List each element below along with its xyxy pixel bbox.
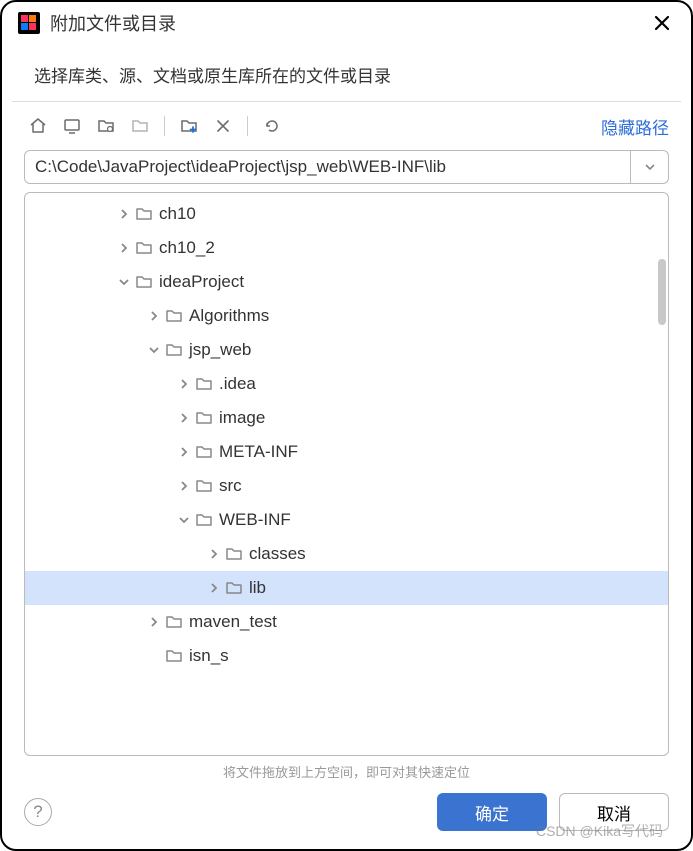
folder-icon xyxy=(195,511,213,529)
chevron-down-icon[interactable] xyxy=(145,341,163,359)
folder-icon xyxy=(165,647,183,665)
attach-file-dialog: 附加文件或目录 选择库类、源、文档或原生库所在的文件或目录 隐藏路径 xyxy=(0,0,693,851)
folder-icon xyxy=(135,239,153,257)
chevron-right-icon[interactable] xyxy=(175,477,193,495)
refresh-button[interactable] xyxy=(258,112,286,140)
chevron-down-icon[interactable] xyxy=(175,511,193,529)
tree-node[interactable]: WEB-INF xyxy=(25,503,668,537)
tree-node[interactable]: isn_s xyxy=(25,639,668,673)
tree-node[interactable]: image xyxy=(25,401,668,435)
tree-node-label: image xyxy=(219,408,265,428)
tree-node-label: ch10 xyxy=(159,204,196,224)
folder-icon xyxy=(225,545,243,563)
file-tree: ch10 ch10_2 ideaProject Algorithms jsp_web .i… xyxy=(25,193,668,677)
chevron-right-icon[interactable] xyxy=(205,579,223,597)
tree-node-label: src xyxy=(219,476,242,496)
folder-icon xyxy=(195,409,213,427)
folder-icon xyxy=(165,341,183,359)
chevron-right-icon[interactable] xyxy=(145,307,163,325)
tree-node[interactable]: ideaProject xyxy=(25,265,668,299)
new-folder-button[interactable] xyxy=(175,112,203,140)
tree-node[interactable]: jsp_web xyxy=(25,333,668,367)
tree-node-label: META-INF xyxy=(219,442,298,462)
tree-node-label: ch10_2 xyxy=(159,238,215,258)
delete-button[interactable] xyxy=(209,112,237,140)
toolbar-separator xyxy=(247,116,248,136)
path-dropdown-button[interactable] xyxy=(631,150,669,184)
chevron-right-icon[interactable] xyxy=(175,409,193,427)
chevron-right-icon[interactable] xyxy=(115,239,133,257)
tree-node-label: WEB-INF xyxy=(219,510,291,530)
project-button[interactable] xyxy=(92,112,120,140)
chevron-right-icon[interactable] xyxy=(175,443,193,461)
help-button[interactable]: ? xyxy=(24,798,52,826)
dialog-subtitle: 选择库类、源、文档或原生库所在的文件或目录 xyxy=(12,44,681,102)
home-button[interactable] xyxy=(24,112,52,140)
chevron-right-icon[interactable] xyxy=(205,545,223,563)
folder-icon xyxy=(195,477,213,495)
tree-node[interactable]: ch10 xyxy=(25,197,668,231)
dialog-header: 附加文件或目录 xyxy=(2,2,691,44)
tree-node-label: Algorithms xyxy=(189,306,269,326)
tree-node-label: jsp_web xyxy=(189,340,251,360)
tree-node-label: ideaProject xyxy=(159,272,244,292)
folder-icon xyxy=(135,273,153,291)
tree-node-label: .idea xyxy=(219,374,256,394)
tree-container[interactable]: ch10 ch10_2 ideaProject Algorithms jsp_web .i… xyxy=(24,192,669,756)
module-button[interactable] xyxy=(126,112,154,140)
folder-icon xyxy=(225,579,243,597)
folder-icon xyxy=(165,613,183,631)
folder-icon xyxy=(135,205,153,223)
tree-node[interactable]: src xyxy=(25,469,668,503)
tree-node-label: classes xyxy=(249,544,306,564)
path-row xyxy=(2,150,691,192)
tree-node[interactable]: ch10_2 xyxy=(25,231,668,265)
hide-path-link[interactable]: 隐藏路径 xyxy=(601,114,669,139)
chevron-right-icon[interactable] xyxy=(145,613,163,631)
dialog-title: 附加文件或目录 xyxy=(50,10,639,36)
scrollbar-thumb[interactable] xyxy=(658,259,666,325)
toolbar-separator xyxy=(164,116,165,136)
tree-node[interactable]: lib xyxy=(25,571,668,605)
tree-node-label: isn_s xyxy=(189,646,229,666)
chevron-down-icon[interactable] xyxy=(115,273,133,291)
tree-node[interactable]: maven_test xyxy=(25,605,668,639)
tree-node-label: maven_test xyxy=(189,612,277,632)
drag-hint: 将文件拖放到上方空间，即可对其快速定位 xyxy=(2,760,691,789)
toolbar: 隐藏路径 xyxy=(2,102,691,150)
folder-icon xyxy=(195,375,213,393)
folder-icon xyxy=(165,307,183,325)
folder-icon xyxy=(195,443,213,461)
chevron-right-icon[interactable] xyxy=(175,375,193,393)
ok-button[interactable]: 确定 xyxy=(437,793,547,831)
tree-node-label: lib xyxy=(249,578,266,598)
tree-node[interactable]: .idea xyxy=(25,367,668,401)
tree-node[interactable]: Algorithms xyxy=(25,299,668,333)
path-input[interactable] xyxy=(24,150,631,184)
close-button[interactable] xyxy=(649,10,675,36)
cancel-button[interactable]: 取消 xyxy=(559,793,669,831)
app-logo-icon xyxy=(18,12,40,34)
chevron-right-icon[interactable] xyxy=(115,205,133,223)
desktop-button[interactable] xyxy=(58,112,86,140)
tree-node[interactable]: META-INF xyxy=(25,435,668,469)
footer: ? 确定 取消 xyxy=(2,789,691,849)
tree-node[interactable]: classes xyxy=(25,537,668,571)
